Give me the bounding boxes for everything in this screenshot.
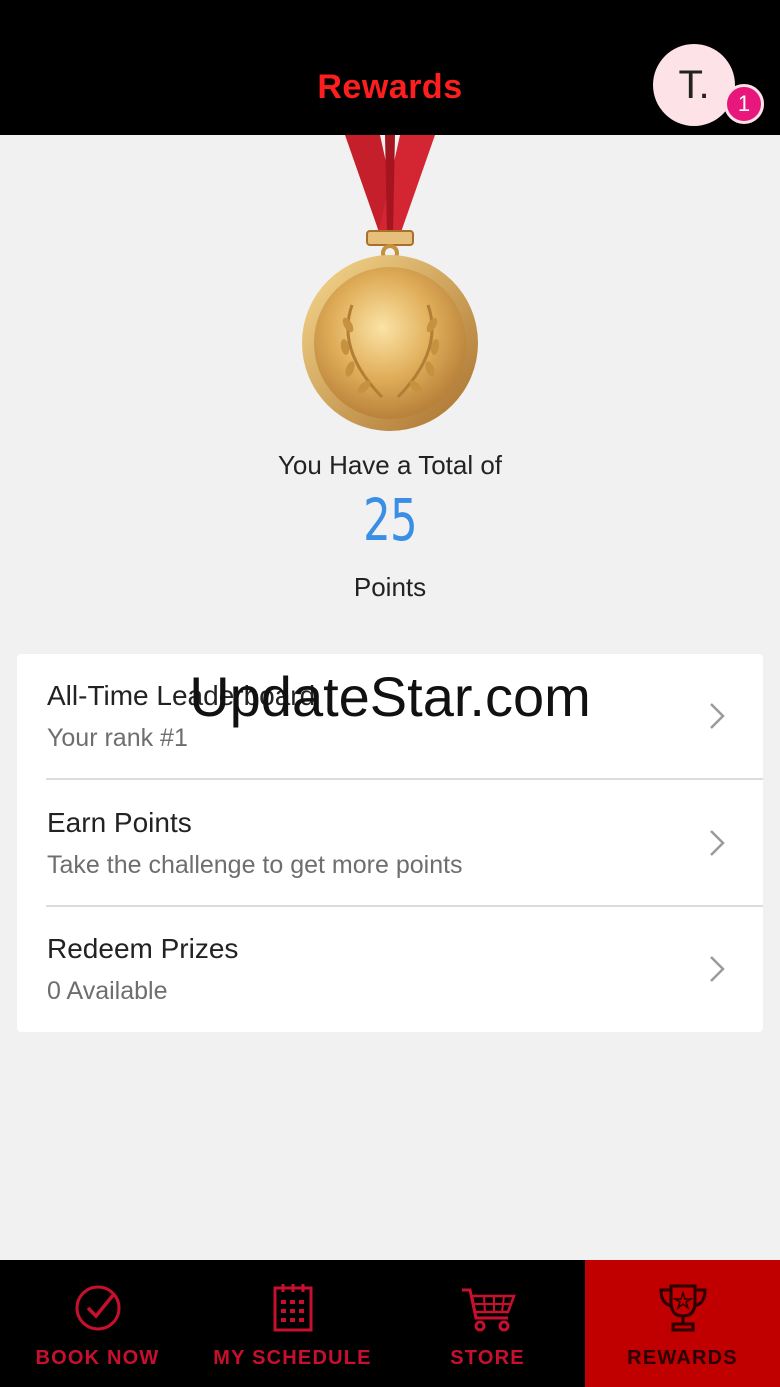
chevron-right-icon <box>710 830 725 856</box>
nav-rewards[interactable]: REWARDS <box>585 1260 780 1387</box>
menu-item-subtitle: 0 Available <box>47 977 168 1005</box>
menu-item-subtitle: Take the challenge to get more points <box>47 851 463 879</box>
menu-item-title: Earn Points <box>47 807 192 838</box>
nav-store[interactable]: STORE <box>390 1260 585 1387</box>
app-header: Rewards T. 1 <box>0 0 780 135</box>
total-points-label: You Have a Total of <box>277 450 503 480</box>
chevron-right-icon <box>710 956 725 982</box>
cart-icon <box>461 1288 516 1332</box>
menu-item-earn-points[interactable]: Earn Points Take the challenge to get mo… <box>17 781 763 907</box>
nav-book-now[interactable]: BOOK NOW <box>0 1260 195 1387</box>
nav-my-schedule[interactable]: MY SCHEDULE <box>195 1260 390 1387</box>
bottom-nav: BOOK NOW MY SCHEDULE STORE REWARDS <box>0 1260 780 1387</box>
check-circle-icon <box>75 1285 120 1331</box>
nav-label: MY SCHEDULE <box>213 1347 372 1369</box>
nav-label: BOOK NOW <box>35 1347 160 1369</box>
user-avatar[interactable]: T. <box>653 44 735 126</box>
trophy-icon <box>658 1284 707 1332</box>
menu-item-title: Redeem Prizes <box>47 933 239 964</box>
nav-label: REWARDS <box>627 1347 738 1369</box>
menu-item-redeem-prizes[interactable]: Redeem Prizes 0 Available <box>17 907 763 1033</box>
divider <box>46 778 763 780</box>
watermark: UpdateStar.com <box>189 665 591 728</box>
points-unit-label: Points <box>353 572 427 602</box>
notification-badge: 1 <box>724 84 764 124</box>
calendar-icon <box>273 1284 312 1332</box>
medal-icon <box>302 135 478 431</box>
points-value: 25 <box>363 486 418 554</box>
nav-label: STORE <box>450 1347 525 1369</box>
